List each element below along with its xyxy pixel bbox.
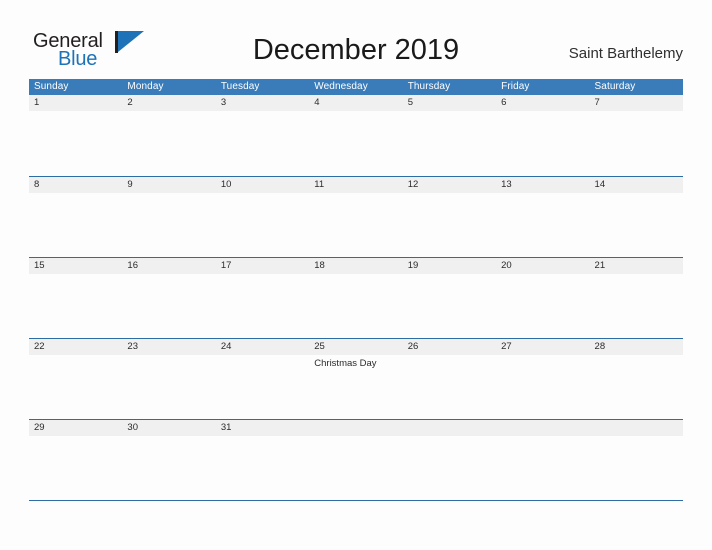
calendar-weeks: 1 2 3 4 5 6 7 8 9 10 11 12 13 14 15 16 17 18 19 20 21 22 23 24 2… [29, 95, 683, 500]
calendar-week-cells: 29 30 31 [29, 420, 683, 501]
calendar-day-cell[interactable]: 9 [122, 177, 215, 258]
calendar-day-cell[interactable]: 3 [216, 95, 309, 176]
calendar-day-cell[interactable]: 20 [496, 258, 589, 339]
day-number: 10 [220, 179, 232, 190]
calendar-day-cell[interactable]: 1 [29, 95, 122, 176]
day-header-saturday: Saturday [594, 81, 636, 92]
day-events: Christmas Day [314, 355, 402, 370]
day-number: 29 [34, 422, 45, 433]
calendar-day-cell[interactable]: 7 [590, 95, 683, 176]
day-number: 5 [407, 97, 413, 108]
day-number [501, 420, 589, 436]
calendar-day-cell[interactable]: 15 [29, 258, 122, 339]
day-number: 20 [501, 260, 512, 271]
calendar-day-cell[interactable]: 14 [590, 177, 683, 258]
calendar-day-cell[interactable]: 28 [590, 339, 683, 420]
calendar-week-row: 8 9 10 11 12 13 14 [29, 176, 683, 257]
calendar-day-cell[interactable]: 27 [496, 339, 589, 420]
day-number: 17 [220, 260, 232, 271]
day-number: 16 [127, 260, 138, 271]
calendar-day-cell[interactable]: 16 [122, 258, 215, 339]
day-number: 6 [501, 97, 507, 108]
day-number: 13 [501, 179, 512, 190]
calendar-day-cell[interactable]: 11 [309, 177, 402, 258]
day-header-thursday: Thursday [407, 81, 451, 92]
calendar-day-cell[interactable]: 26 [403, 339, 496, 420]
calendar-day-cell[interactable]: 29 [29, 420, 122, 501]
day-number: 21 [594, 260, 606, 271]
day-number: 26 [407, 341, 419, 352]
calendar-week-row: 29 30 31 [29, 419, 683, 500]
location-label: Saint Barthelemy [568, 45, 683, 62]
calendar-day-cell[interactable]: 2 [122, 95, 215, 176]
calendar-day-cell-empty [496, 420, 589, 501]
calendar-week-row: 15 16 17 18 19 20 21 [29, 257, 683, 338]
day-number: 7 [594, 97, 600, 108]
day-number: 18 [314, 260, 325, 271]
day-number: 14 [594, 179, 606, 190]
day-number: 30 [127, 422, 138, 433]
calendar-day-cell[interactable]: 12 [403, 177, 496, 258]
calendar-day-cell[interactable]: 30 [122, 420, 215, 501]
calendar-day-cell[interactable]: 18 [309, 258, 402, 339]
calendar-day-cell[interactable]: 4 [309, 95, 402, 176]
calendar-day-cell[interactable]: 8 [29, 177, 122, 258]
day-header-friday: Friday [501, 81, 530, 92]
calendar-day-cell[interactable]: 23 [122, 339, 215, 420]
day-number: 9 [127, 179, 133, 190]
day-number: 15 [34, 260, 45, 271]
day-header-monday: Monday [127, 81, 164, 92]
day-number: 8 [34, 179, 40, 190]
calendar-day-cell[interactable]: 13 [496, 177, 589, 258]
calendar-week-cells: 15 16 17 18 19 20 21 [29, 258, 683, 339]
day-number [408, 420, 496, 436]
day-number: 28 [594, 341, 606, 352]
calendar-day-cell[interactable]: 24 [216, 339, 309, 420]
calendar-day-cell[interactable]: 21 [590, 258, 683, 339]
day-number: 19 [407, 260, 419, 271]
calendar-day-cell[interactable]: 5 [403, 95, 496, 176]
day-header-sunday: Sunday [34, 81, 69, 92]
calendar-page: General Blue December 2019 Saint Barthel… [0, 0, 712, 550]
day-number: 23 [127, 341, 138, 352]
calendar-day-cell[interactable]: 10 [216, 177, 309, 258]
calendar-day-cell[interactable]: 25 Christmas Day [309, 339, 402, 420]
day-header-wednesday: Wednesday [314, 81, 368, 92]
calendar-day-cell[interactable]: 31 [216, 420, 309, 501]
day-header-tuesday: Tuesday [220, 81, 260, 92]
day-number [595, 420, 683, 436]
calendar-week-row: 22 23 24 25 Christmas Day 26 27 28 [29, 338, 683, 419]
day-number: 11 [314, 179, 325, 190]
day-number: 4 [314, 97, 320, 108]
calendar-week-cells: 22 23 24 25 Christmas Day 26 27 28 [29, 339, 683, 420]
holiday-event-label: Christmas Day [314, 358, 377, 369]
calendar-day-cell-empty [309, 420, 402, 501]
day-number: 27 [501, 341, 512, 352]
day-number: 2 [127, 97, 133, 108]
calendar-week-cells: 1 2 3 4 5 6 7 [29, 95, 683, 176]
day-number: 24 [220, 341, 232, 352]
calendar-week-cells: 8 9 10 11 12 13 14 [29, 177, 683, 258]
page-header: General Blue December 2019 Saint Barthel… [0, 0, 712, 78]
calendar-day-cell[interactable]: 22 [29, 339, 122, 420]
calendar-day-cell[interactable]: 17 [216, 258, 309, 339]
day-number: 25 [314, 341, 325, 352]
calendar-day-cell[interactable]: 6 [496, 95, 589, 176]
day-number: 22 [34, 341, 45, 352]
calendar-day-cell-empty [403, 420, 496, 501]
day-of-week-header-row: Sunday Monday Tuesday Wednesday Thursday… [29, 79, 683, 95]
day-number: 3 [220, 97, 227, 108]
day-number: 12 [407, 179, 419, 190]
day-number: 31 [220, 422, 232, 433]
calendar-table: Sunday Monday Tuesday Wednesday Thursday… [29, 79, 683, 501]
calendar-week-row: 1 2 3 4 5 6 7 [29, 95, 683, 176]
day-number: 1 [34, 97, 40, 108]
day-number [314, 420, 402, 436]
calendar-day-cell-empty [590, 420, 683, 501]
calendar-day-cell[interactable]: 19 [403, 258, 496, 339]
